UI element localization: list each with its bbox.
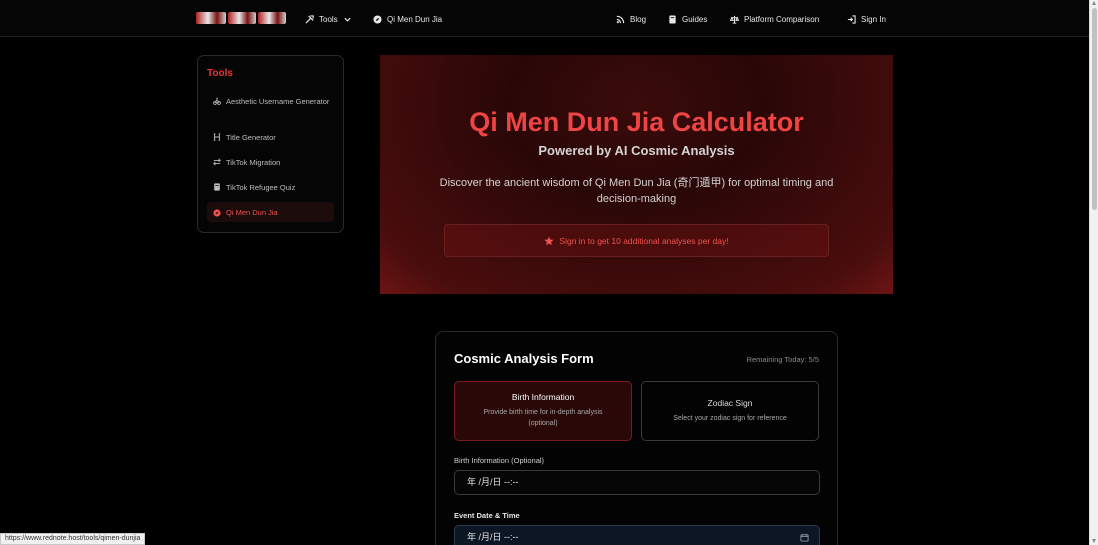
sign-in-promo-label: Sign in to get 10 additional analyses pe…: [559, 235, 729, 246]
sign-in-promo-button[interactable]: Sign in to get 10 additional analyses pe…: [444, 224, 829, 257]
zodiac-sign-option[interactable]: Zodiac Sign Select your zodiac sign for …: [641, 381, 819, 441]
sidebar-item-qimen-dunjia[interactable]: Qi Men Dun Jia: [207, 202, 334, 222]
exchange-icon: [213, 158, 221, 166]
site-logo[interactable]: [196, 11, 288, 25]
nav-blog-label: Blog: [630, 14, 647, 24]
sidebar-item-label: TikTok Refugee Quiz: [226, 183, 296, 192]
nav-blog-link[interactable]: Blog: [616, 12, 646, 26]
event-datetime-value: 年 /月/日 --:--: [467, 532, 519, 542]
nav-tools-menu[interactable]: Tools: [305, 12, 352, 26]
book-icon: [669, 14, 676, 24]
event-datetime-input[interactable]: 年 /月/日 --:--: [454, 525, 820, 545]
sidebar-item-label: Aesthetic Username Generator: [226, 97, 330, 106]
nav-tools-label: Tools: [319, 14, 338, 24]
remaining-count: Remaining Today: 5/5: [746, 355, 819, 364]
sidebar-item-tiktok-refugee-quiz[interactable]: TikTok Refugee Quiz: [207, 182, 334, 193]
book-icon: [214, 183, 220, 191]
sign-in-icon: [847, 14, 856, 24]
hero-description: Discover the ancient wisdom of Qi Men Du…: [439, 177, 834, 205]
birth-datetime-input[interactable]: 年 /月/日 --:--: [454, 470, 820, 495]
hero-title: Qi Men Dun Jia Calculator: [469, 107, 804, 137]
tools-sidebar: Tools Aesthetic Username Generator Title…: [197, 55, 344, 233]
status-bar-url: https://www.rednote.host/tools/qimen-dun…: [0, 533, 146, 545]
compass-icon: [373, 14, 382, 24]
rss-icon: [616, 15, 625, 23]
sidebar-item-label: Qi Men Dun Jia: [226, 207, 278, 217]
sidebar-item-label: Title Generator: [226, 133, 276, 142]
scroll-down-arrow-icon[interactable]: [1092, 539, 1096, 543]
nav-signin-label: Sign In: [861, 14, 886, 24]
chevron-down-icon: [344, 17, 351, 22]
sidebar-item-title-generator[interactable]: Title Generator: [207, 132, 334, 143]
nav-platform-link[interactable]: Platform Comparison: [730, 12, 819, 26]
form-title: Cosmic Analysis Form: [454, 351, 594, 366]
zodiac-option-desc: Select your zodiac sign for reference: [673, 415, 787, 422]
nav-signin-link[interactable]: Sign In: [847, 12, 886, 26]
nav-guides-label: Guides: [682, 14, 708, 24]
sidebar-item-aesthetic-username[interactable]: Aesthetic Username Generator: [207, 96, 334, 107]
heading-icon: [213, 133, 221, 141]
nav-guides-link[interactable]: Guides: [668, 12, 707, 26]
rickshaw-icon: [213, 97, 221, 105]
birth-option-title: Birth Information: [511, 392, 575, 402]
hero-banner: Qi Men Dun Jia Calculator Powered by AI …: [380, 55, 893, 294]
zodiac-option-title: Zodiac Sign: [707, 398, 753, 408]
birth-information-option[interactable]: Birth Information Provide birth time for…: [454, 381, 632, 441]
birth-option-desc: Provide birth time for in-depth analysis…: [483, 409, 603, 427]
calendar-icon[interactable]: [800, 533, 809, 542]
event-datetime-label: Event Date & Time: [454, 511, 520, 520]
sidebar-item-tiktok-migration[interactable]: TikTok Migration: [207, 157, 334, 168]
birth-info-label: Birth Information (Optional): [454, 456, 545, 465]
cosmic-analysis-form: Cosmic Analysis Form Remaining Today: 5/…: [435, 331, 838, 545]
top-navbar: Tools Qi Men Dun Jia Blog Guides Platfor…: [0, 0, 1089, 37]
star-icon: [544, 236, 555, 245]
scroll-thumb[interactable]: [1092, 8, 1097, 210]
hero-subtitle: Powered by AI Cosmic Analysis: [538, 143, 735, 158]
nav-platform-label: Platform Comparison: [744, 14, 820, 24]
scale-icon: [730, 15, 739, 24]
page-scrollbar[interactable]: [1089, 0, 1098, 545]
nav-qimen-label: Qi Men Dun Jia: [387, 14, 443, 24]
scroll-up-arrow-icon[interactable]: [1092, 1, 1096, 5]
sidebar-title: Tools: [207, 68, 233, 79]
compass-icon: [213, 208, 221, 217]
tools-icon: [305, 14, 314, 24]
nav-qimen-link[interactable]: Qi Men Dun Jia: [373, 12, 442, 26]
sidebar-item-label: TikTok Migration: [226, 158, 281, 167]
